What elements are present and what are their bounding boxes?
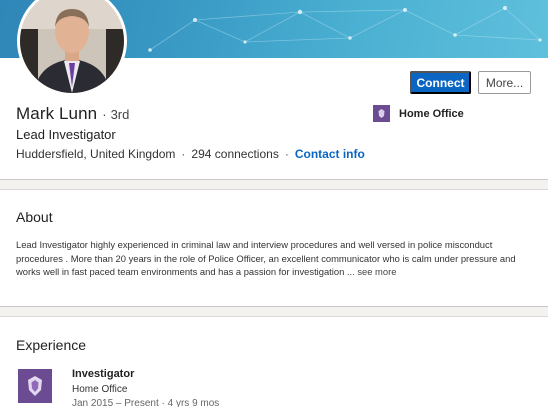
current-company[interactable]: Home Office [373, 105, 464, 122]
separator-dot: · [181, 147, 186, 161]
profile-photo-icon [20, 0, 124, 93]
profile-card: Connect More... Mark Lunn · 3rd Lead Inv… [0, 0, 548, 180]
name-row: Mark Lunn · 3rd [16, 104, 129, 124]
connection-degree-badge: 3rd [110, 107, 130, 122]
home-office-crest-icon [373, 105, 390, 122]
location-row: Huddersfield, United Kingdom · 294 conne… [16, 147, 365, 161]
see-more-link[interactable]: ... see more [347, 266, 397, 277]
about-body: Lead Investigator highly experienced in … [16, 239, 516, 278]
current-company-name: Home Office [399, 107, 464, 120]
home-office-crest-icon[interactable] [18, 369, 52, 403]
degree-separator: · [102, 107, 107, 122]
avatar[interactable] [17, 0, 127, 96]
experience-company[interactable]: Home Office [72, 384, 127, 395]
connections-count[interactable]: 294 connections [191, 147, 278, 161]
experience-title[interactable]: Investigator [72, 368, 134, 380]
about-text: Lead Investigator highly experienced in … [16, 238, 536, 279]
about-section: About Lead Investigator highly experienc… [0, 189, 548, 307]
more-button[interactable]: More... [478, 71, 531, 94]
contact-info-link[interactable]: Contact info [295, 147, 365, 161]
about-heading: About [16, 209, 53, 225]
profile-name: Mark Lunn [16, 104, 98, 123]
experience-dates: Jan 2015 – Present · 4 yrs 9 mos [72, 398, 220, 407]
experience-section: Experience Investigator Home Office Jan … [0, 316, 548, 407]
profile-location: Huddersfield, United Kingdom [16, 147, 176, 161]
connect-button[interactable]: Connect [410, 71, 471, 94]
separator-dot: · [284, 147, 289, 161]
profile-headline: Lead Investigator [16, 127, 116, 142]
experience-heading: Experience [16, 337, 87, 353]
